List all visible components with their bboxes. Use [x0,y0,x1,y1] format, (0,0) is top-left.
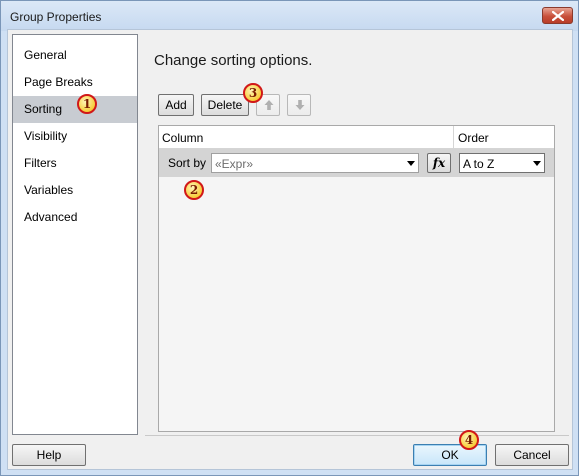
callout-badge-2: 2 [184,180,204,200]
expression-combobox[interactable]: «Expr» [211,153,419,173]
sidebar-item-visibility[interactable]: Visibility [13,123,137,150]
expression-placeholder: «Expr» [215,157,254,171]
delete-button[interactable]: Delete [201,94,249,116]
arrow-down-icon [295,100,305,110]
sort-grid: Column Order Sort by «Expr» fx A to Z [158,125,555,432]
sidebar-nav: General Page Breaks Sorting Visibility F… [12,34,138,435]
chevron-down-icon [533,161,541,166]
column-header-order: Order [458,131,489,145]
chevron-down-icon [407,161,415,166]
column-header-column: Column [162,131,204,145]
title-bar: Group Properties [1,1,578,31]
help-button[interactable]: Help [12,444,86,466]
close-button[interactable] [542,7,573,24]
ok-button[interactable]: OK [413,444,487,466]
dialog-body: General Page Breaks Sorting Visibility F… [7,29,573,470]
sort-by-label: Sort by [168,156,207,170]
callout-badge-4: 4 [459,430,479,450]
arrow-up-icon [264,100,274,110]
sidebar-item-general[interactable]: General [13,42,137,69]
close-icon [552,11,564,21]
table-row[interactable]: Sort by «Expr» fx A to Z [159,149,554,177]
cancel-button[interactable]: Cancel [495,444,569,466]
callout-badge-3: 3 [243,83,263,103]
group-properties-dialog: Group Properties General Page Breaks Sor… [0,0,579,476]
page-title: Change sorting options. [154,52,313,69]
sidebar-item-page-breaks[interactable]: Page Breaks [13,69,137,96]
column-divider[interactable] [453,126,454,148]
footer-divider [145,435,569,436]
order-value: A to Z [463,157,495,171]
fx-icon: fx [432,156,446,170]
sidebar-item-variables[interactable]: Variables [13,177,137,204]
sidebar-item-sorting[interactable]: Sorting [13,96,137,123]
callout-badge-1: 1 [77,94,97,114]
order-select[interactable]: A to Z [459,153,545,173]
window-title: Group Properties [10,10,102,24]
add-button[interactable]: Add [158,94,194,116]
sidebar-item-advanced[interactable]: Advanced [13,204,137,231]
grid-header: Column Order [159,126,554,149]
expression-builder-button[interactable]: fx [427,153,451,173]
move-down-button[interactable] [287,94,311,116]
sidebar-item-filters[interactable]: Filters [13,150,137,177]
